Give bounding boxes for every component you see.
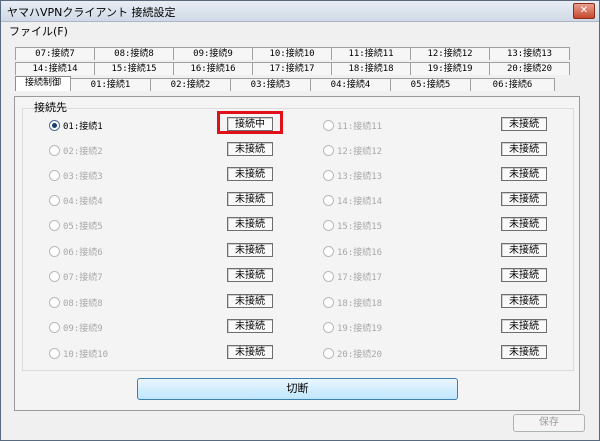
save-button[interactable]: 保存 [513,414,585,432]
tab-row2-4[interactable]: 18:接続18 [331,62,411,75]
connection-status: 未接続 [501,268,547,282]
connection-status: 未接続 [501,345,547,359]
tab-row1-2[interactable]: 09:接続9 [173,47,253,60]
connection-status: 未接続 [227,294,273,308]
connection-status: 未接続 [227,268,273,282]
tab-row2-0[interactable]: 14:接続14 [15,62,95,75]
connection-radio[interactable] [49,246,60,257]
connection-status: 未接続 [501,294,547,308]
connection-label: 06:接続6 [63,248,103,258]
connection-status: 未接続 [501,192,547,206]
connection-status: 未接続 [227,319,273,333]
menu-file[interactable]: ファイル(F) [9,23,68,39]
connection-radio[interactable] [49,297,60,308]
title-bar: ヤマハVPNクライアント 接続設定 ✕ [1,1,599,22]
connection-status: 未接続 [501,117,547,131]
connection-radio[interactable] [323,322,334,333]
tab-row3-5[interactable]: 05:接続5 [390,78,471,91]
connection-status: 未接続 [501,167,547,181]
tab-row3-4[interactable]: 04:接続4 [310,78,391,91]
connection-status: 未接続 [227,217,273,231]
connection-label: 15:接続15 [337,222,383,232]
tab-row3-3[interactable]: 03:接続3 [230,78,311,91]
tab-row3-2[interactable]: 02:接続2 [150,78,231,91]
connection-radio[interactable] [323,170,334,181]
tab-row1-6[interactable]: 13:接続13 [489,47,570,60]
tab-row1-4[interactable]: 11:接続11 [331,47,411,60]
connection-radio[interactable] [323,120,334,131]
connection-radio[interactable] [49,271,60,282]
connection-radio[interactable] [323,145,334,156]
tab-row2-5[interactable]: 19:接続19 [410,62,490,75]
connection-radio[interactable] [49,145,60,156]
tab-row1-0[interactable]: 07:接続7 [15,47,95,60]
connection-label: 07:接続7 [63,273,103,283]
connection-radio[interactable] [323,246,334,257]
connection-label: 03:接続3 [63,172,103,182]
connection-status: 未接続 [227,142,273,156]
close-button[interactable]: ✕ [573,3,595,19]
menu-bar: ファイル(F) [1,22,599,38]
connection-status: 未接続 [227,345,273,359]
tab-row2-3[interactable]: 17:接続17 [252,62,332,75]
connection-label: 19:接続19 [337,324,383,334]
connection-status: 未接続 [501,319,547,333]
tab-row2-2[interactable]: 16:接続16 [173,62,253,75]
tab-row3-6[interactable]: 06:接続6 [470,78,555,91]
tab-row1-5[interactable]: 12:接続12 [410,47,490,60]
tab-row1-3[interactable]: 10:接続10 [252,47,332,60]
tab-row3-1[interactable]: 01:接続1 [70,78,151,91]
connection-radio[interactable] [323,271,334,282]
connection-status: 未接続 [501,243,547,257]
connection-status: 未接続 [501,217,547,231]
connection-label: 18:接続18 [337,299,383,309]
destination-group [22,108,574,371]
connection-label: 08:接続8 [63,299,103,309]
tab-row1-1[interactable]: 08:接続8 [94,47,174,60]
connection-radio[interactable] [49,170,60,181]
connection-label: 09:接続9 [63,324,103,334]
connection-label: 05:接続5 [63,222,103,232]
connection-status: 未接続 [501,142,547,156]
connection-label: 10:接続10 [63,350,109,360]
tab-row-3: 接続制御 01:接続1 02:接続2 03:接続3 04:接続4 05:接続5 06:接続6 [15,76,555,91]
connection-radio[interactable] [49,322,60,333]
connection-radio[interactable] [323,348,334,359]
connection-label: 04:接続4 [63,197,103,207]
connection-radio[interactable] [49,120,60,131]
connection-radio[interactable] [49,195,60,206]
group-label: 接続先 [34,101,67,114]
connection-label: 16:接続16 [337,248,383,258]
window-title: ヤマハVPNクライアント 接続設定 [7,6,176,19]
connection-status: 未接続 [227,192,273,206]
connection-label: 17:接続17 [337,273,383,283]
highlight-box [217,111,283,134]
connection-label: 14:接続14 [337,197,383,207]
connection-label: 11:接続11 [337,122,383,132]
connection-radio[interactable] [323,220,334,231]
tab-row2-1[interactable]: 15:接続15 [94,62,174,75]
tab-row-1: 07:接続7 08:接続8 09:接続9 10:接続10 11:接続11 12:接続12 1… [15,47,570,60]
tab-row2-6[interactable]: 20:接続20 [489,62,570,75]
connection-radio[interactable] [49,348,60,359]
connection-label: 20:接続20 [337,350,383,360]
connection-radio[interactable] [49,220,60,231]
tab-row-2: 14:接続14 15:接続15 16:接続16 17:接続17 18:接続18 19:接続… [15,62,570,75]
connection-status: 未接続 [227,167,273,181]
connection-label: 01:接続1 [63,122,103,132]
connection-radio[interactable] [323,297,334,308]
connection-label: 13:接続13 [337,172,383,182]
connection-label: 12:接続12 [337,147,383,157]
connection-status: 未接続 [227,243,273,257]
connection-radio[interactable] [323,195,334,206]
disconnect-button[interactable]: 切断 [137,378,458,400]
connection-label: 02:接続2 [63,147,103,157]
tab-row3-0[interactable]: 接続制御 [15,76,71,91]
